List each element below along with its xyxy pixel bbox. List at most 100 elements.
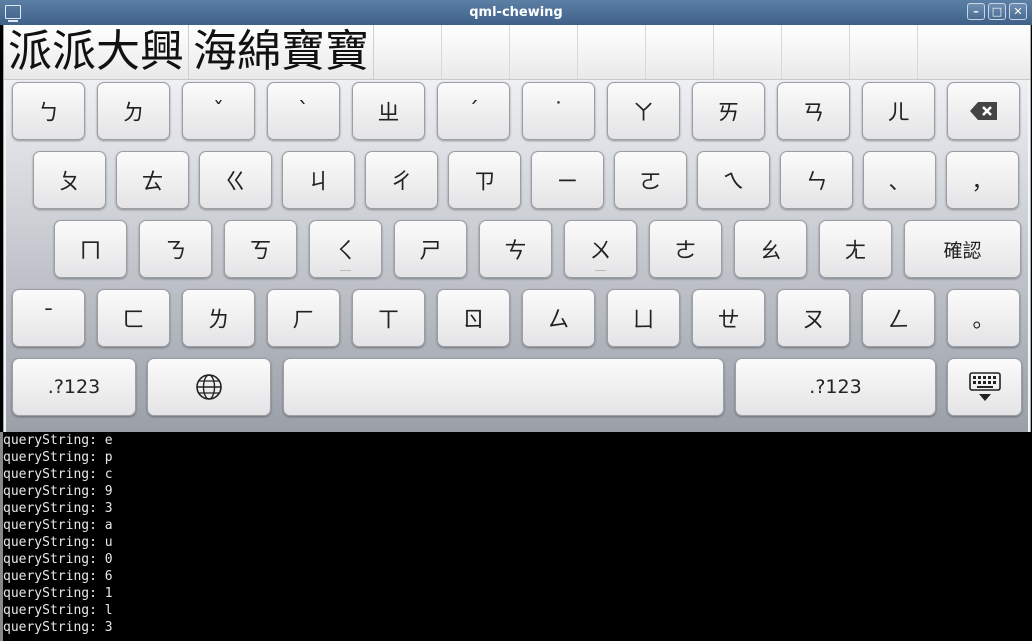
close-button[interactable]: ✕ xyxy=(1009,3,1027,20)
key-label: ㄇ xyxy=(79,239,102,264)
terminal-line: queryString: l xyxy=(3,603,113,618)
key-2-7[interactable]: ㄜ xyxy=(649,220,722,278)
key-0-3[interactable]: ˋ xyxy=(267,82,340,140)
key-underline xyxy=(340,270,351,271)
virtual-keyboard: ㄅ ㄉ ˇ ˋ ㄓ ˊ ˙ ㄚ ㄞ ㄢ ㄦㄆ ㄊ ㄍ ㄐ ㄔ ㄗ ㄧ ㄛ ㄟ ㄣ 、 ， ㄇ ㄋ ㄎ ㄑ ㄕ ㄘ ㄨ ㄜ ㄠ ㄤ 確認 ˉ ㄈ ㄌ ㄏ ㄒ… xyxy=(6,80,1028,432)
key-1-6[interactable]: ㄧ xyxy=(531,151,604,209)
key-3-11[interactable]: 。 xyxy=(947,289,1020,347)
key-2-6[interactable]: ㄨ xyxy=(564,220,637,278)
key-3-2[interactable]: ㄌ xyxy=(182,289,255,347)
key-1-3[interactable]: ㄐ xyxy=(282,151,355,209)
key-3-9[interactable]: ㄡ xyxy=(777,289,850,347)
key-label: ， xyxy=(971,170,994,195)
symbols-key[interactable]: .?123 xyxy=(12,358,136,416)
key-0-0[interactable]: ㄅ xyxy=(12,82,85,140)
maximize-button[interactable]: □ xyxy=(988,3,1006,20)
hide-keyboard-icon xyxy=(968,372,1001,401)
space-key[interactable] xyxy=(283,358,724,416)
key-label: ˊ xyxy=(468,98,479,124)
key-label: ㄍ xyxy=(224,170,247,195)
window-title: qml-chewing xyxy=(469,5,563,20)
key-label: ㄋ xyxy=(164,239,187,264)
key-3-6[interactable]: ㄙ xyxy=(522,289,595,347)
key-1-9[interactable]: ㄣ xyxy=(780,151,853,209)
key-0-1[interactable]: ㄉ xyxy=(97,82,170,140)
key-label: ㄠ xyxy=(759,239,782,264)
key-label: ㄆ xyxy=(58,170,81,195)
key-3-8[interactable]: ㄝ xyxy=(692,289,765,347)
terminal-line: queryString: 6 xyxy=(3,569,113,584)
key-label: ㄐ xyxy=(307,170,330,195)
key-1-5[interactable]: ㄗ xyxy=(448,151,521,209)
key-2-8[interactable]: ㄠ xyxy=(734,220,807,278)
minimize-button[interactable]: – xyxy=(967,3,985,20)
key-0-10[interactable]: ㄦ xyxy=(862,82,935,140)
key-label: ㄗ xyxy=(473,170,496,195)
key-label: ˋ xyxy=(298,98,309,124)
key-3-5[interactable]: ㄖ xyxy=(437,289,510,347)
key-label: ㄦ xyxy=(887,101,910,126)
key-3-10[interactable]: ㄥ xyxy=(862,289,935,347)
backspace-icon xyxy=(969,102,997,120)
app-window: 派派大興 海綿寶寶 ㄅ ㄉ ˇ ˋ ㄓ ˊ ˙ ㄚ ㄞ ㄢ ㄦㄆ ㄊ ㄍ ㄐ ㄔ ㄗ ㄧ ㄛ ㄟ ㄣ 、 ， ㄇ ㄋ ㄎ ㄑ ㄕ ㄘ ㄨ… xyxy=(3,25,1031,432)
key-1-4[interactable]: ㄔ xyxy=(365,151,438,209)
key-0-8[interactable]: ㄞ xyxy=(692,82,765,140)
key-1-7[interactable]: ㄛ xyxy=(614,151,687,209)
hide-keyboard-key[interactable] xyxy=(947,358,1022,416)
key-3-0[interactable]: ˉ xyxy=(12,289,85,347)
terminal-line: queryString: u xyxy=(3,535,113,550)
key-label: ㄘ xyxy=(504,239,527,264)
language-switch-key[interactable] xyxy=(147,358,271,416)
key-2-9[interactable]: ㄤ xyxy=(819,220,892,278)
candidate-empty-slot xyxy=(374,25,442,79)
key-2-1[interactable]: ㄋ xyxy=(139,220,212,278)
terminal-line: queryString: a xyxy=(3,518,113,533)
key-1-10[interactable]: 、 xyxy=(863,151,936,209)
key-label: ㄝ xyxy=(717,308,740,333)
key-3-1[interactable]: ㄈ xyxy=(97,289,170,347)
terminal-line: queryString: 0 xyxy=(3,552,113,567)
key-3-7[interactable]: ㄩ xyxy=(607,289,680,347)
candidate-empty-slot xyxy=(782,25,850,79)
key-2-2[interactable]: ㄎ xyxy=(224,220,297,278)
key-3-3[interactable]: ㄏ xyxy=(267,289,340,347)
key-2-5[interactable]: ㄘ xyxy=(479,220,552,278)
key-label: ˙ xyxy=(553,98,564,124)
key-0-2[interactable]: ˇ xyxy=(182,82,255,140)
key-label: ㄛ xyxy=(639,170,662,195)
key-2-4[interactable]: ㄕ xyxy=(394,220,467,278)
candidate-empty-slot xyxy=(578,25,646,79)
key-label: ㄉ xyxy=(122,101,145,126)
key-2-3[interactable]: ㄑ xyxy=(309,220,382,278)
candidate-item[interactable]: 派派大興 xyxy=(4,25,189,79)
key-1-11[interactable]: ， xyxy=(946,151,1019,209)
confirm-key[interactable]: 確認 xyxy=(904,220,1021,278)
terminal-output: queryString: e queryString: p queryString:… xyxy=(0,432,1032,641)
key-label: ㄥ xyxy=(887,308,910,333)
key-label: ㄢ xyxy=(802,101,825,126)
backspace-key[interactable] xyxy=(947,82,1020,140)
terminal-gutter xyxy=(0,432,3,641)
key-3-4[interactable]: ㄒ xyxy=(352,289,425,347)
candidate-empty-slot xyxy=(918,25,985,79)
key-0-9[interactable]: ㄢ xyxy=(777,82,850,140)
symbols-key[interactable]: .?123 xyxy=(735,358,936,416)
key-label: ㄞ xyxy=(717,101,740,126)
key-label: ㄧ xyxy=(556,170,579,195)
key-1-8[interactable]: ㄟ xyxy=(697,151,770,209)
terminal-line: queryString: c xyxy=(3,467,113,482)
key-1-2[interactable]: ㄍ xyxy=(199,151,272,209)
key-0-6[interactable]: ˙ xyxy=(522,82,595,140)
candidate-item[interactable]: 海綿寶寶 xyxy=(189,25,374,79)
key-1-1[interactable]: ㄊ xyxy=(116,151,189,209)
key-label: ㄨ xyxy=(589,239,612,264)
candidate-empty-slot xyxy=(714,25,782,79)
key-2-0[interactable]: ㄇ xyxy=(54,220,127,278)
key-0-5[interactable]: ˊ xyxy=(437,82,510,140)
key-0-4[interactable]: ㄓ xyxy=(352,82,425,140)
key-label: ㄙ xyxy=(547,308,570,333)
key-0-7[interactable]: ㄚ xyxy=(607,82,680,140)
key-label: ㄕ xyxy=(419,239,442,264)
candidate-empty-slot xyxy=(442,25,510,79)
key-1-0[interactable]: ㄆ xyxy=(33,151,106,209)
